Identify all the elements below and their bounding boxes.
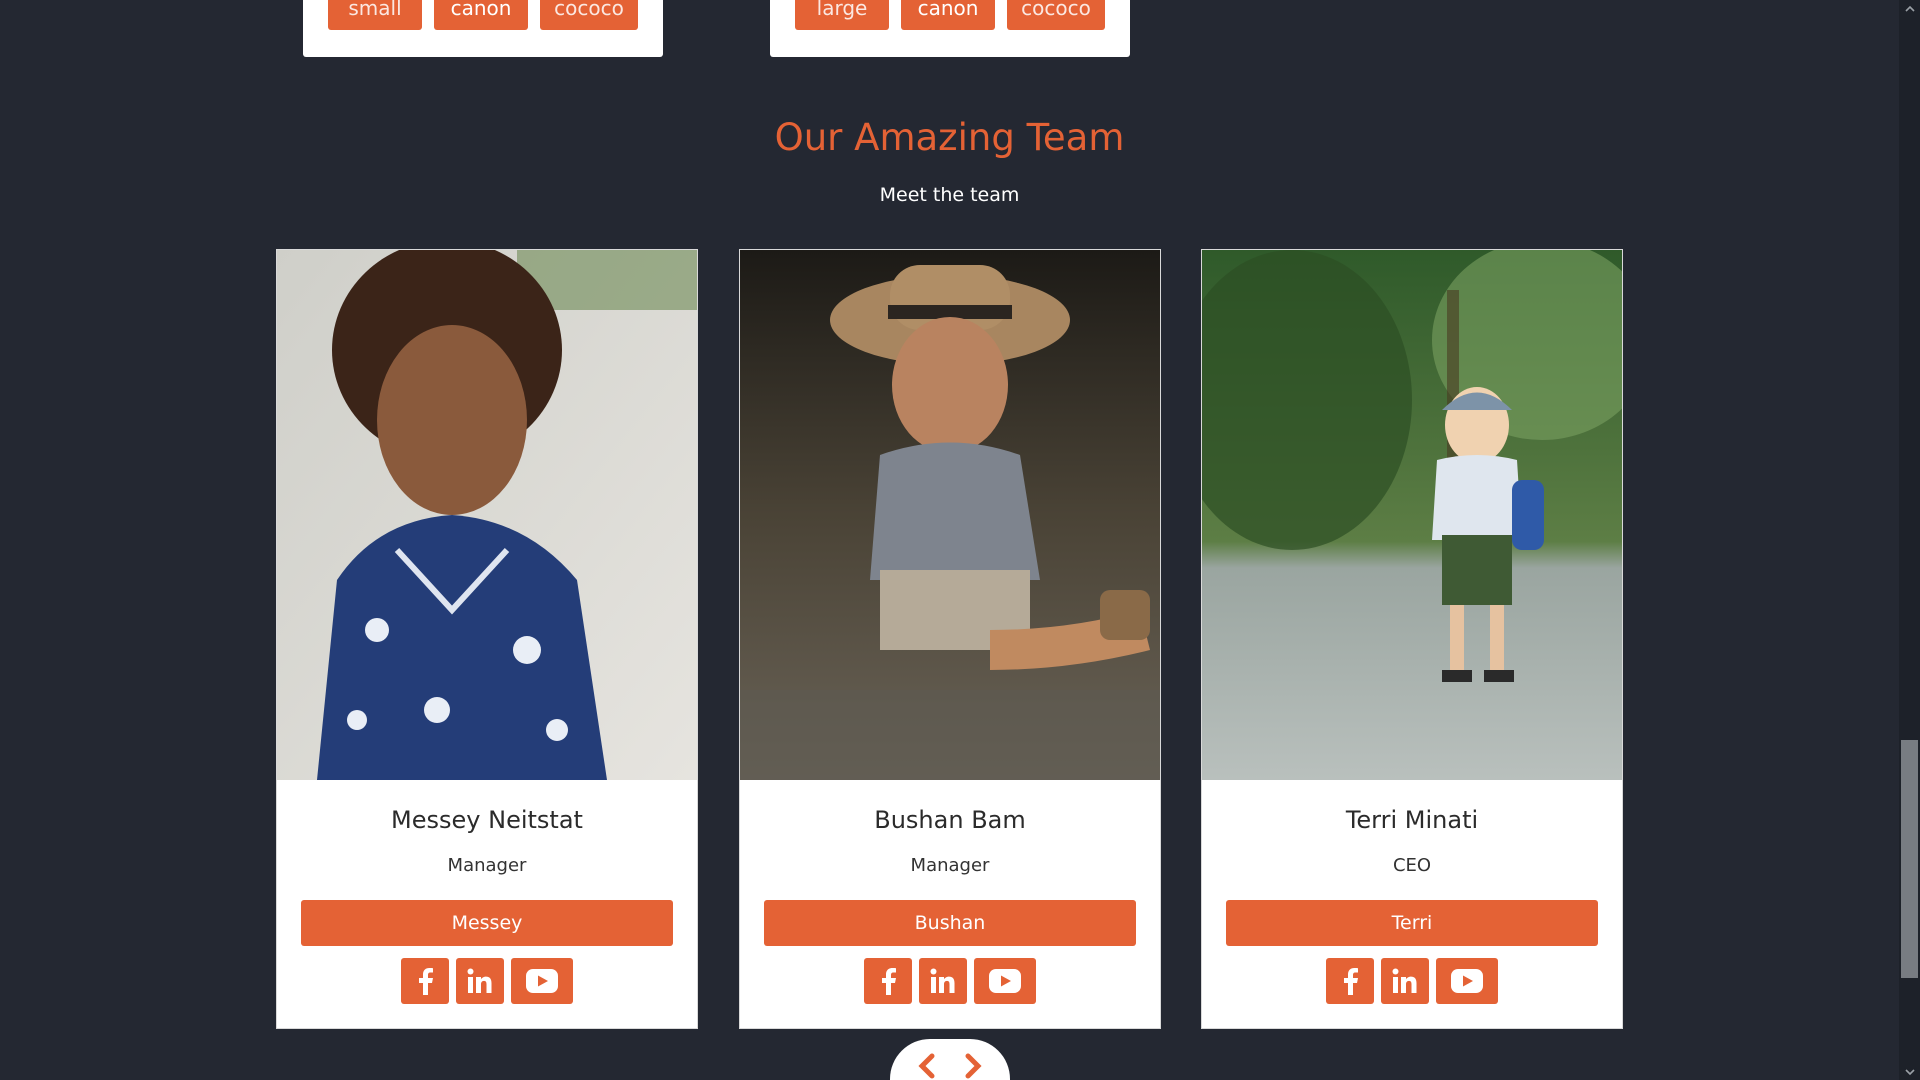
member-profile-button[interactable]: Terri [1226,900,1598,946]
member-profile-button[interactable]: Messey [301,900,673,946]
facebook-icon [882,968,896,995]
carousel-nav [890,1039,1010,1080]
tag-button[interactable]: cococo [540,0,638,30]
facebook-link[interactable] [864,958,912,1004]
member-role: CEO [1392,855,1432,876]
linkedin-link[interactable] [456,958,504,1004]
team-member-card: Messey Neitstat Manager Messey [276,249,698,1029]
youtube-icon [1451,969,1483,993]
facebook-icon [419,968,433,995]
member-role: Manager [910,855,990,876]
member-profile-button[interactable]: Bushan [764,900,1136,946]
facebook-link[interactable] [1326,958,1374,1004]
youtube-icon [989,969,1021,993]
member-role: Manager [447,855,527,876]
youtube-link[interactable] [974,958,1036,1004]
youtube-icon [526,969,558,993]
scroll-up-arrow-icon[interactable] [1903,2,1916,15]
member-social-links [277,958,697,1004]
page: small canon cococo large canon cococo Ou… [0,0,1899,1080]
scrollbar-thumb[interactable] [1901,740,1918,978]
member-photo [277,250,697,780]
tag-button[interactable]: small [328,0,422,30]
carousel-next-button[interactable] [960,1053,986,1079]
linkedin-link[interactable] [919,958,967,1004]
linkedin-icon [467,968,492,993]
chevron-left-icon [918,1053,935,1079]
team-member-card: Terri Minati CEO Terri [1201,249,1623,1029]
member-name: Bushan Bam [874,806,1026,834]
youtube-link[interactable] [511,958,573,1004]
page-scrollbar[interactable] [1899,0,1920,1080]
chevron-right-icon [965,1053,982,1079]
product-card-partial: large canon cococo [770,0,1130,57]
team-member-card: Bushan Bam Manager Bushan [739,249,1161,1029]
facebook-link[interactable] [401,958,449,1004]
team-section-title: Our Amazing Team [774,116,1125,159]
tag-button[interactable]: cococo [1007,0,1105,30]
linkedin-icon [930,968,955,993]
carousel-prev-button[interactable] [914,1053,940,1079]
product-card-partial: small canon cococo [303,0,663,57]
member-photo [1202,250,1622,780]
linkedin-link[interactable] [1381,958,1429,1004]
tag-button[interactable]: canon [901,0,995,30]
tag-button[interactable]: canon [434,0,528,30]
member-name: Terri Minati [1345,806,1479,834]
member-name: Messey Neitstat [391,806,583,834]
youtube-link[interactable] [1436,958,1498,1004]
member-social-links [740,958,1160,1004]
member-social-links [1202,958,1622,1004]
tag-button[interactable]: large [795,0,889,30]
member-photo [740,250,1160,780]
linkedin-icon [1392,968,1417,993]
scroll-down-arrow-icon[interactable] [1903,1065,1916,1078]
team-section-subtitle: Meet the team [879,184,1020,206]
facebook-icon [1344,968,1358,995]
